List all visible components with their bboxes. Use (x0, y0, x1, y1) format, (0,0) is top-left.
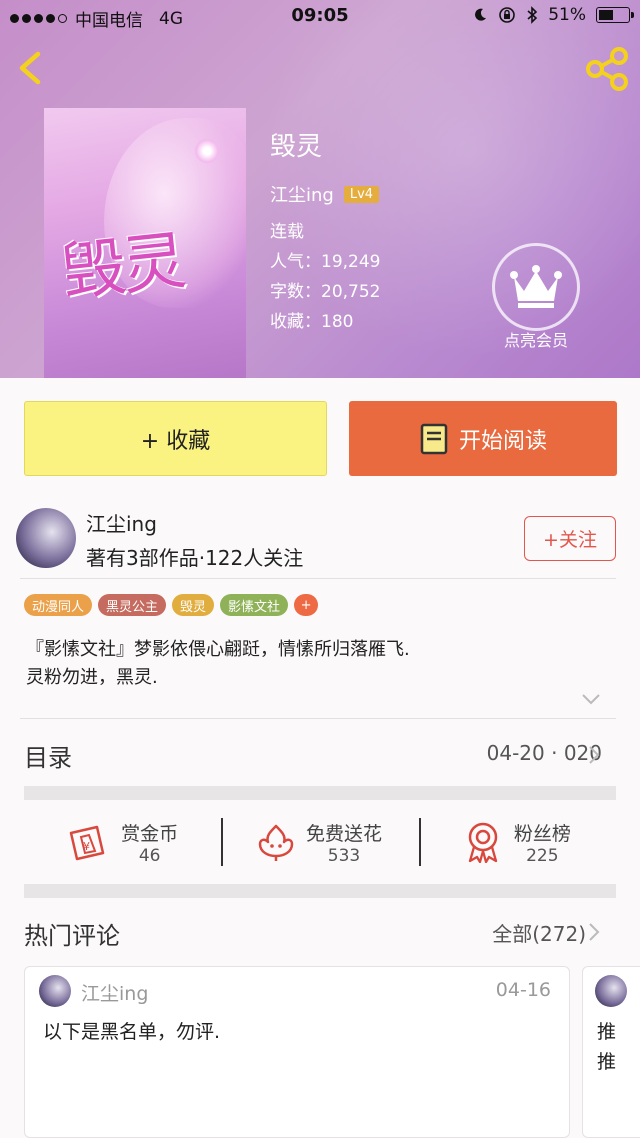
tag-item[interactable]: 影愫文社 (220, 594, 289, 616)
book-author[interactable]: 江尘ing (270, 181, 334, 207)
send-flower-button[interactable]: 免费送花 533 (221, 814, 418, 870)
section-separator (24, 884, 616, 898)
rotation-lock-icon (499, 7, 516, 23)
section-separator (24, 786, 616, 800)
toc-latest[interactable]: 04-20 · 020 (487, 741, 602, 765)
all-comments-link[interactable]: 全部(272) (492, 918, 586, 947)
book-icon (420, 423, 448, 454)
start-reading-label: 开始阅读 (458, 428, 547, 454)
comment-text: 推 (597, 1051, 617, 1073)
crown-icon (510, 265, 562, 308)
chevron-right-icon[interactable] (588, 745, 600, 765)
book-status: 连载 (270, 222, 304, 242)
share-button[interactable] (584, 46, 630, 92)
medal-icon (468, 822, 498, 863)
comment-card[interactable]: 江尘ing 04-16 以下是黑名单，勿评. (24, 966, 570, 1138)
commenter-avatar[interactable] (595, 975, 627, 1007)
comment-date: 04-16 (495, 979, 551, 1001)
divider (20, 578, 616, 579)
stat-name: 赏金币 (121, 822, 179, 845)
follow-button[interactable]: +关注 (524, 516, 616, 561)
chevron-right-icon[interactable] (588, 922, 600, 942)
moon-icon (475, 8, 487, 21)
commenter-avatar[interactable] (39, 975, 71, 1007)
hot-comments-title: 热门评论 (24, 922, 120, 950)
book-info: 毁灵 江尘ing Lv4 连载 人气： 19,249 字数： 20,752 收藏： 1… (270, 126, 380, 337)
favorites-value: 180 (321, 312, 354, 332)
book-cover[interactable]: 毁灵 (44, 108, 246, 378)
stat-name: 免费送花 (305, 822, 382, 845)
tag-item[interactable]: 黑灵公主 (98, 594, 167, 616)
favorite-button[interactable]: + 收藏 (24, 401, 327, 476)
favorites-label: 收藏： (270, 312, 321, 332)
flower-icon (258, 824, 294, 861)
level-badge: Lv4 (343, 185, 380, 203)
start-reading-button[interactable]: 开始阅读 (349, 401, 617, 476)
fan-ranking-button[interactable]: 粉丝榜 225 (418, 814, 616, 870)
status-bar: 中国电信 4G 09:05 51% (0, 0, 640, 34)
description-line: 灵粉勿进，黑灵. (26, 667, 158, 688)
stat-value: 46 (138, 845, 161, 866)
tag-item[interactable]: 动漫同人 (24, 594, 93, 616)
popularity-label: 人气： (270, 252, 321, 272)
add-tag-button[interactable]: + (294, 594, 319, 616)
battery-icon (596, 7, 634, 23)
author-stats: 著有3部作品·122人关注 (86, 546, 304, 570)
svg-text:¥: ¥ (83, 840, 90, 853)
stats-bar: ¥ 赏金币 46 免费送花 533 粉丝榜 225 (24, 814, 616, 870)
toc-title[interactable]: 目录 (24, 738, 72, 773)
words-value: 20,752 (321, 282, 381, 302)
comment-card[interactable]: 推 推 (582, 966, 640, 1138)
description-line: 『影愫文社』梦影依偎心翩跹，情愫所归落雁飞. (26, 639, 410, 660)
vip-label: 点亮会员 (503, 331, 568, 350)
reward-coins-button[interactable]: ¥ 赏金币 46 (24, 814, 221, 870)
back-button[interactable] (12, 46, 52, 90)
vip-button[interactable]: 点亮会员 (492, 243, 580, 351)
commenter-name[interactable]: 江尘ing (81, 979, 148, 1006)
book-header: 中国电信 4G 09:05 51% 毁灵 毁灵 江尘ing Lv4 连载 人气：… (0, 0, 640, 378)
book-title: 毁灵 (270, 132, 323, 162)
author-name[interactable]: 江尘ing (86, 508, 157, 537)
popularity-value: 19,249 (321, 252, 381, 272)
stat-value: 225 (526, 845, 559, 866)
tag-list: 动漫同人 黑灵公主 毁灵 影愫文社 + (24, 594, 319, 616)
tag-item[interactable]: 毁灵 (172, 594, 215, 616)
comment-text: 推 (597, 1021, 617, 1043)
battery-percent: 51% (548, 5, 586, 25)
book-description: 『影愫文社』梦影依偎心翩跹，情愫所归落雁飞. 灵粉勿进，黑灵. (26, 636, 410, 692)
comment-text: 以下是黑名单，勿评. (43, 1021, 221, 1043)
red-envelope-icon: ¥ (69, 825, 105, 861)
bluetooth-icon (527, 6, 538, 24)
expand-description-icon[interactable] (580, 692, 602, 706)
stat-name: 粉丝榜 (513, 822, 571, 845)
divider (20, 718, 616, 719)
stat-value: 533 (327, 845, 361, 866)
author-avatar[interactable] (16, 508, 76, 568)
words-label: 字数： (270, 282, 321, 302)
